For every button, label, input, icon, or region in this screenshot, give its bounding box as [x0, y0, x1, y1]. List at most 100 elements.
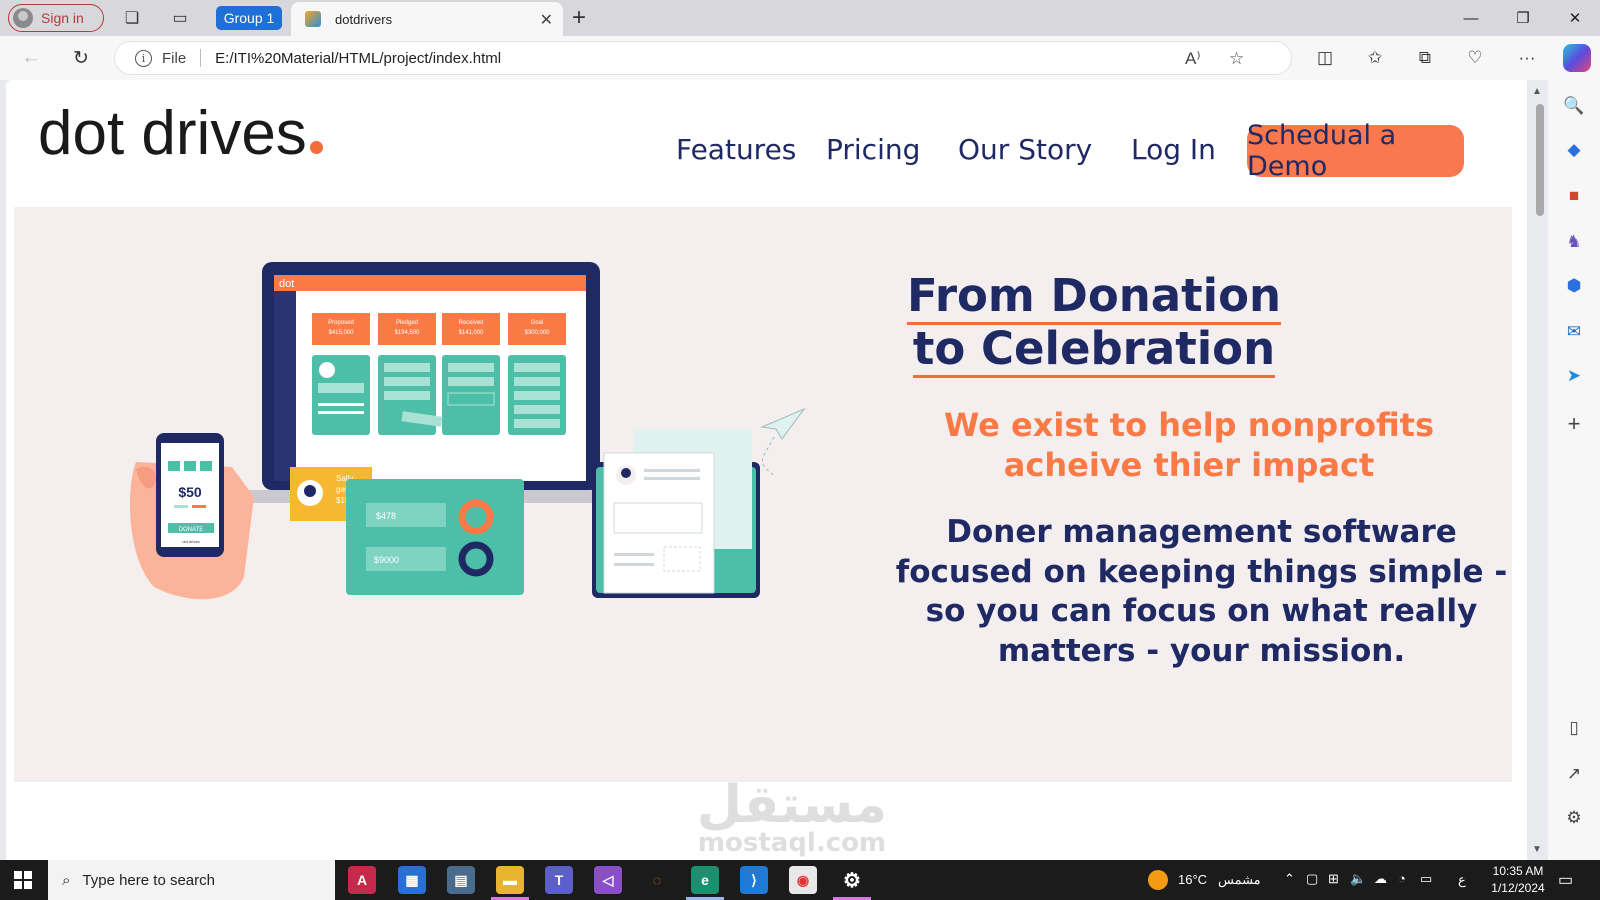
- add-sidebar-app-icon[interactable]: +: [1562, 411, 1586, 436]
- workspaces-icon[interactable]: ❏: [120, 6, 144, 30]
- favorite-star-icon[interactable]: ☆: [1229, 49, 1244, 69]
- restore-icon[interactable]: ❐: [1500, 6, 1546, 30]
- store-app-icon[interactable]: ▦: [398, 866, 426, 894]
- watermark-sub: mostaql.com: [697, 828, 887, 858]
- calculator-app-icon[interactable]: ▤: [447, 866, 475, 894]
- onedrive-icon[interactable]: ☁: [1374, 871, 1387, 887]
- hero-illustration: dot Proposed $415,000 Pledged $194,500 R…: [129, 262, 806, 600]
- wifi-icon[interactable]: ◔: [1398, 871, 1406, 886]
- stat-label: Goal: [531, 320, 544, 326]
- tab-favicon-icon: [305, 11, 321, 27]
- drop-icon[interactable]: ➤: [1562, 364, 1586, 388]
- file-explorer-icon[interactable]: ▬: [496, 866, 524, 894]
- games-icon[interactable]: ♞: [1562, 230, 1586, 254]
- tray-device-icon[interactable]: ▢: [1306, 871, 1318, 887]
- nav-log-in[interactable]: Log In: [1131, 124, 1216, 174]
- tablet-value: $9000: [374, 555, 399, 565]
- clock-time[interactable]: 10:35 AM: [1488, 864, 1548, 878]
- volume-mute-icon[interactable]: 🔈: [1350, 871, 1366, 887]
- vscode-app-icon[interactable]: ⟩: [740, 866, 768, 894]
- notifications-icon[interactable]: ▭: [1558, 870, 1573, 890]
- address-divider: [200, 49, 202, 67]
- browser-tab-strip: Sign in ❏ ▭ Group 1 dotdrivers ✕ + — ❐ ✕: [0, 0, 1600, 36]
- sidebar-settings-icon[interactable]: ⚙: [1562, 806, 1586, 830]
- teams-app-icon[interactable]: T: [545, 866, 573, 894]
- info-icon[interactable]: i: [135, 49, 152, 67]
- stat-label: Received: [458, 320, 483, 326]
- scroll-up-icon[interactable]: ▲: [1532, 86, 1542, 97]
- close-tab-icon[interactable]: ✕: [540, 10, 553, 30]
- paper-plane-icon: [760, 407, 806, 440]
- refresh-icon[interactable]: ↻: [68, 45, 94, 71]
- tab-title: dotdrivers: [335, 11, 393, 27]
- battery-icon[interactable]: ▭: [1420, 871, 1432, 887]
- site-header: dot drives Features Pricing Our Story Lo…: [6, 80, 1527, 206]
- minimize-icon[interactable]: —: [1448, 6, 1494, 30]
- nav-features[interactable]: Features: [676, 124, 796, 174]
- tablet: [346, 479, 524, 595]
- nav-pricing[interactable]: Pricing: [826, 124, 920, 174]
- tools-briefcase-icon[interactable]: ■: [1562, 184, 1586, 208]
- site-logo[interactable]: dot drives: [38, 98, 323, 169]
- close-window-icon[interactable]: ✕: [1552, 6, 1598, 30]
- search-icon: ⌕: [62, 871, 71, 889]
- copilot-icon[interactable]: [1563, 44, 1591, 72]
- watermark-main: مستقل: [696, 775, 888, 835]
- browser-toolbar: ← ↻ i File E:/ITI%20Material/HTML/projec…: [0, 36, 1600, 80]
- visual-studio-icon[interactable]: ◁: [594, 866, 622, 894]
- tray-network-icon[interactable]: ⊞: [1328, 871, 1339, 887]
- windows-start-icon[interactable]: [14, 871, 32, 889]
- laptop-topbar: [274, 275, 586, 291]
- chrome-app-icon[interactable]: ◉: [789, 866, 817, 894]
- hero-title: From Donation to Celebration: [874, 269, 1314, 378]
- read-aloud-icon[interactable]: A⁾: [1185, 49, 1201, 69]
- taskbar-search-placeholder: Type here to search: [82, 871, 215, 889]
- browser-essentials-icon[interactable]: ♡: [1463, 46, 1487, 70]
- hero-section: dot Proposed $415,000 Pledged $194,500 R…: [14, 207, 1512, 782]
- weather-sun-icon[interactable]: [1148, 870, 1168, 890]
- laptop-brand: dot: [279, 278, 294, 290]
- schedule-demo-button[interactable]: Schedual a Demo: [1247, 120, 1464, 182]
- vertical-tabs-icon[interactable]: ▭: [168, 6, 192, 30]
- clock-date[interactable]: 1/12/2024: [1488, 881, 1548, 895]
- shopping-tag-icon[interactable]: ◆: [1562, 138, 1586, 162]
- edge-sidebar: 🔍 ◆ ■ ♞ ⬢ ✉ ➤ + ▯ ↗ ⚙: [1548, 80, 1600, 860]
- phone-footer: dot drives: [182, 539, 199, 544]
- more-menu-icon[interactable]: ···: [1515, 46, 1539, 70]
- address-bar[interactable]: i File E:/ITI%20Material/HTML/project/in…: [114, 41, 1292, 75]
- taskbar-search[interactable]: ⌕ Type here to search: [48, 860, 335, 900]
- outlook-icon[interactable]: ✉: [1562, 320, 1586, 344]
- sign-in-button[interactable]: Sign in: [8, 4, 104, 32]
- scrollbar-thumb[interactable]: [1536, 104, 1544, 216]
- access-app-icon[interactable]: A: [348, 866, 376, 894]
- hero-description: Doner management software focused on kee…: [895, 514, 1508, 669]
- hide-sidebar-icon[interactable]: ▯: [1562, 716, 1586, 740]
- weather-temp[interactable]: 16°C: [1178, 872, 1207, 887]
- new-tab-icon[interactable]: +: [572, 4, 586, 32]
- stat-value: $194,500: [394, 330, 420, 336]
- hero-subtitle: We exist to help nonprofits acheive thie…: [944, 406, 1434, 484]
- nav-our-story[interactable]: Our Story: [958, 124, 1092, 174]
- jupyter-app-icon[interactable]: ◌: [643, 866, 671, 894]
- collections-icon[interactable]: ⧉: [1413, 46, 1437, 70]
- address-url[interactable]: E:/ITI%20Material/HTML/project/index.htm…: [215, 50, 501, 67]
- favorites-icon[interactable]: ✩: [1363, 46, 1387, 70]
- back-icon[interactable]: ←: [18, 45, 44, 71]
- stat-card: Received $141,000: [442, 313, 500, 345]
- stat-card: Goal $300,000: [508, 313, 566, 345]
- split-screen-icon[interactable]: ◫: [1313, 46, 1337, 70]
- tab-group-label[interactable]: Group 1: [216, 6, 282, 30]
- tray-chevron-icon[interactable]: ⌃: [1284, 871, 1295, 887]
- tab-dotdrivers[interactable]: dotdrivers ✕: [291, 2, 563, 36]
- scroll-down-icon[interactable]: ▼: [1532, 844, 1542, 855]
- search-icon[interactable]: 🔍: [1562, 94, 1586, 118]
- weather-label[interactable]: مشمس: [1218, 872, 1261, 888]
- edge-app-icon[interactable]: e: [691, 866, 719, 894]
- sign-in-label: Sign in: [41, 10, 84, 26]
- language-indicator[interactable]: ع: [1458, 872, 1466, 888]
- microsoft365-icon[interactable]: ⬢: [1562, 274, 1586, 298]
- watermark: مستقل mostaql.com: [692, 779, 892, 858]
- profile-avatar-icon: [13, 8, 33, 28]
- settings-app-icon[interactable]: ⚙: [838, 866, 866, 894]
- open-external-icon[interactable]: ↗: [1562, 762, 1586, 786]
